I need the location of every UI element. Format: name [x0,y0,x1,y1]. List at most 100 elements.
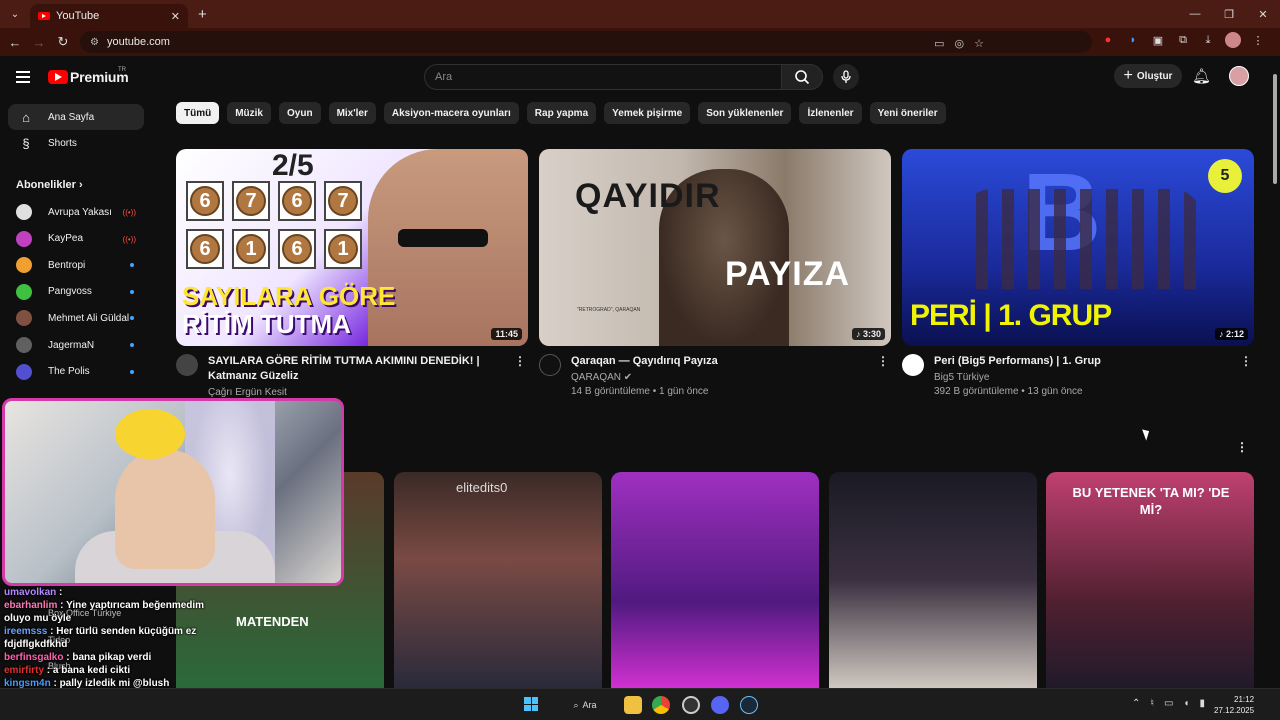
chat-message: fdjdflgkdfkhd [4,638,254,651]
more-options-icon[interactable]: ⋮ [514,354,526,368]
chrome-icon[interactable] [652,696,670,714]
sidebar-item-home[interactable]: ⌂ Ana Sayfa [8,104,144,130]
short-card[interactable]: BU YETENEK 'TA MI? 'DE Mİ? [1046,472,1254,688]
duration-value: 2:12 [1225,329,1244,339]
subscriptions-heading[interactable]: Abonelikler › [16,179,83,191]
close-tab-icon[interactable]: ✕ [171,10,180,23]
sidebar-subscription[interactable]: JagermaN [8,333,144,357]
live-icon: ((•)) [122,208,136,217]
filter-chip[interactable]: Oyun [279,102,321,124]
sidebar-subscription[interactable]: Avrupa Yakası ((•)) [8,200,144,224]
video-thumbnail[interactable]: B 5 PERİ | 1. GRUP ♪ 2:12 [902,149,1254,346]
microphone-icon[interactable]: ♮ [1150,698,1154,709]
scrollbar-thumb[interactable] [1273,74,1277,184]
filter-chip[interactable]: Müzik [227,102,271,124]
subscription-name: Pangvoss [48,286,92,298]
notifications-bell-icon[interactable]: 🔔︎ [1192,67,1211,85]
subscription-name: Mehmet Ali Güldal [48,312,130,324]
filter-chip[interactable]: Yeni öneriler [869,102,946,124]
back-icon[interactable]: ← [3,35,27,50]
webcam-overlay [2,398,344,586]
tab-search-icon[interactable]: ⌄ [2,4,28,24]
extension-icon[interactable]: ▣ [1150,32,1166,48]
video-card[interactable]: QAYIDIR PAYIZA "RETROGRAD", QARAQAN ♪ 3:… [539,149,891,397]
search-button[interactable] [781,64,823,90]
eye-off-icon[interactable]: ◎ [955,37,965,50]
channel-avatar[interactable] [176,354,198,376]
browser-tab[interactable]: YouTube ✕ [30,4,188,28]
voice-search-button[interactable] [833,64,859,90]
chevron-up-icon[interactable]: ⌃ [1132,698,1140,709]
search-input[interactable]: Ara [424,64,782,90]
channel-name[interactable]: Big5 Türkiye [934,372,1254,383]
address-bar[interactable]: ⚙ youtube.com ▭ ◎ ☆ [80,31,1092,53]
windows-start-icon[interactable] [524,697,538,711]
sidebar-subscription[interactable]: The Polis [8,360,144,384]
filter-chip[interactable]: Tümü [176,102,220,124]
video-thumbnail[interactable]: 2/5 67676161 SAYILARA GÖRE RİTİM TUTMA 1… [176,149,528,346]
reload-icon[interactable]: ↻ [51,34,75,50]
network-icon[interactable]: ▭ [1164,698,1173,709]
volume-icon[interactable]: ◖ [1183,698,1189,709]
short-card[interactable]: elitedits0 [394,472,602,688]
video-title[interactable]: Qaraqan — Qayıdırıq Payıza [571,354,871,369]
clock[interactable]: 21:12 27.12.2025 [1214,694,1254,716]
more-options-icon[interactable]: ⋮ [1240,354,1252,368]
obs-icon[interactable] [682,696,700,714]
create-label: Oluştur [1136,70,1173,82]
video-card[interactable]: 2/5 67676161 SAYILARA GÖRE RİTİM TUTMA 1… [176,149,528,398]
menu-icon[interactable] [16,71,30,83]
short-card[interactable] [611,472,819,688]
video-thumbnail[interactable]: QAYIDIR PAYIZA "RETROGRAD", QARAQAN ♪ 3:… [539,149,891,346]
restore-icon[interactable]: ❐ [1212,0,1246,28]
filter-chip[interactable]: Son yüklenenler [698,102,792,124]
more-options-icon[interactable]: ⋮ [877,354,889,368]
subscription-name: The Polis [48,366,90,378]
youtube-header: Premium TR Ara + Oluştur 🔔︎ [0,56,1280,100]
channel-name[interactable]: Çağrı Ergün Kesit [208,387,528,398]
forward-icon[interactable]: → [27,35,51,50]
sidebar-subscription[interactable]: Bentropi [8,253,144,277]
filter-chip[interactable]: Yemek pişirme [604,102,691,124]
taskbar-search[interactable]: ⌕ Ara [560,694,610,716]
video-title[interactable]: Peri (Big5 Performans) | 1. Grup [934,354,1234,369]
sidebar-subscription[interactable]: Pangvoss [8,280,144,304]
battery-icon[interactable]: ▮ [1199,698,1205,709]
download-icon[interactable]: ⤓ [1200,32,1216,48]
video-card[interactable]: B 5 PERİ | 1. GRUP ♪ 2:12 Peri (Big5 Per… [902,149,1254,397]
short-card[interactable] [829,472,1037,688]
minimize-icon[interactable]: — [1178,0,1212,28]
sidebar-subscription[interactable]: KayPea ((•)) [8,227,144,251]
create-button[interactable]: + Oluştur [1114,64,1182,88]
site-info-icon[interactable]: ⚙ [90,37,99,48]
new-tab-icon[interactable]: + [198,6,207,23]
profile-avatar[interactable] [1225,32,1241,48]
steam-icon[interactable] [740,696,758,714]
filter-chip[interactable]: İzlenenler [799,102,862,124]
audio-extension-icon[interactable]: ◗ [1125,32,1141,48]
page-scrollbar[interactable] [1270,62,1280,688]
coin-cell: 6 [278,229,316,269]
cast-icon[interactable]: ▭ [934,37,944,50]
channel-avatar[interactable] [539,354,561,376]
video-title[interactable]: SAYILARA GÖRE RİTİM TUTMA AKIMINI DENEDİ… [208,354,508,384]
menu-dots-icon[interactable]: ⋮ [1250,32,1266,48]
channel-avatar[interactable] [902,354,924,376]
filter-chip[interactable]: Aksiyon-macera oyunları [383,102,519,124]
chat-message: oluyo mu öyle [4,612,254,625]
sidebar-item-shorts[interactable]: § Shorts [8,130,144,156]
account-avatar[interactable] [1229,66,1249,86]
close-window-icon[interactable]: ✕ [1246,0,1280,28]
puzzle-icon[interactable]: ⧉ [1175,32,1191,48]
shorts-more-icon[interactable]: ⋮ [1236,440,1248,454]
discord-icon[interactable] [711,696,729,714]
bookmark-star-icon[interactable]: ☆ [974,37,984,50]
sidebar-subscription[interactable]: Mehmet Ali Güldal [8,306,144,330]
channel-name[interactable]: QARAQAN ✔ [571,372,891,383]
youtube-logo[interactable]: Premium TR [48,67,129,85]
record-extension-icon[interactable]: ● [1100,32,1116,48]
filter-chip[interactable]: Rap yapma [526,102,597,124]
thumb-caption: PERİ | 1. GRUP [910,299,1112,332]
filter-chip[interactable]: Mix'ler [328,102,376,124]
file-explorer-icon[interactable] [624,696,642,714]
